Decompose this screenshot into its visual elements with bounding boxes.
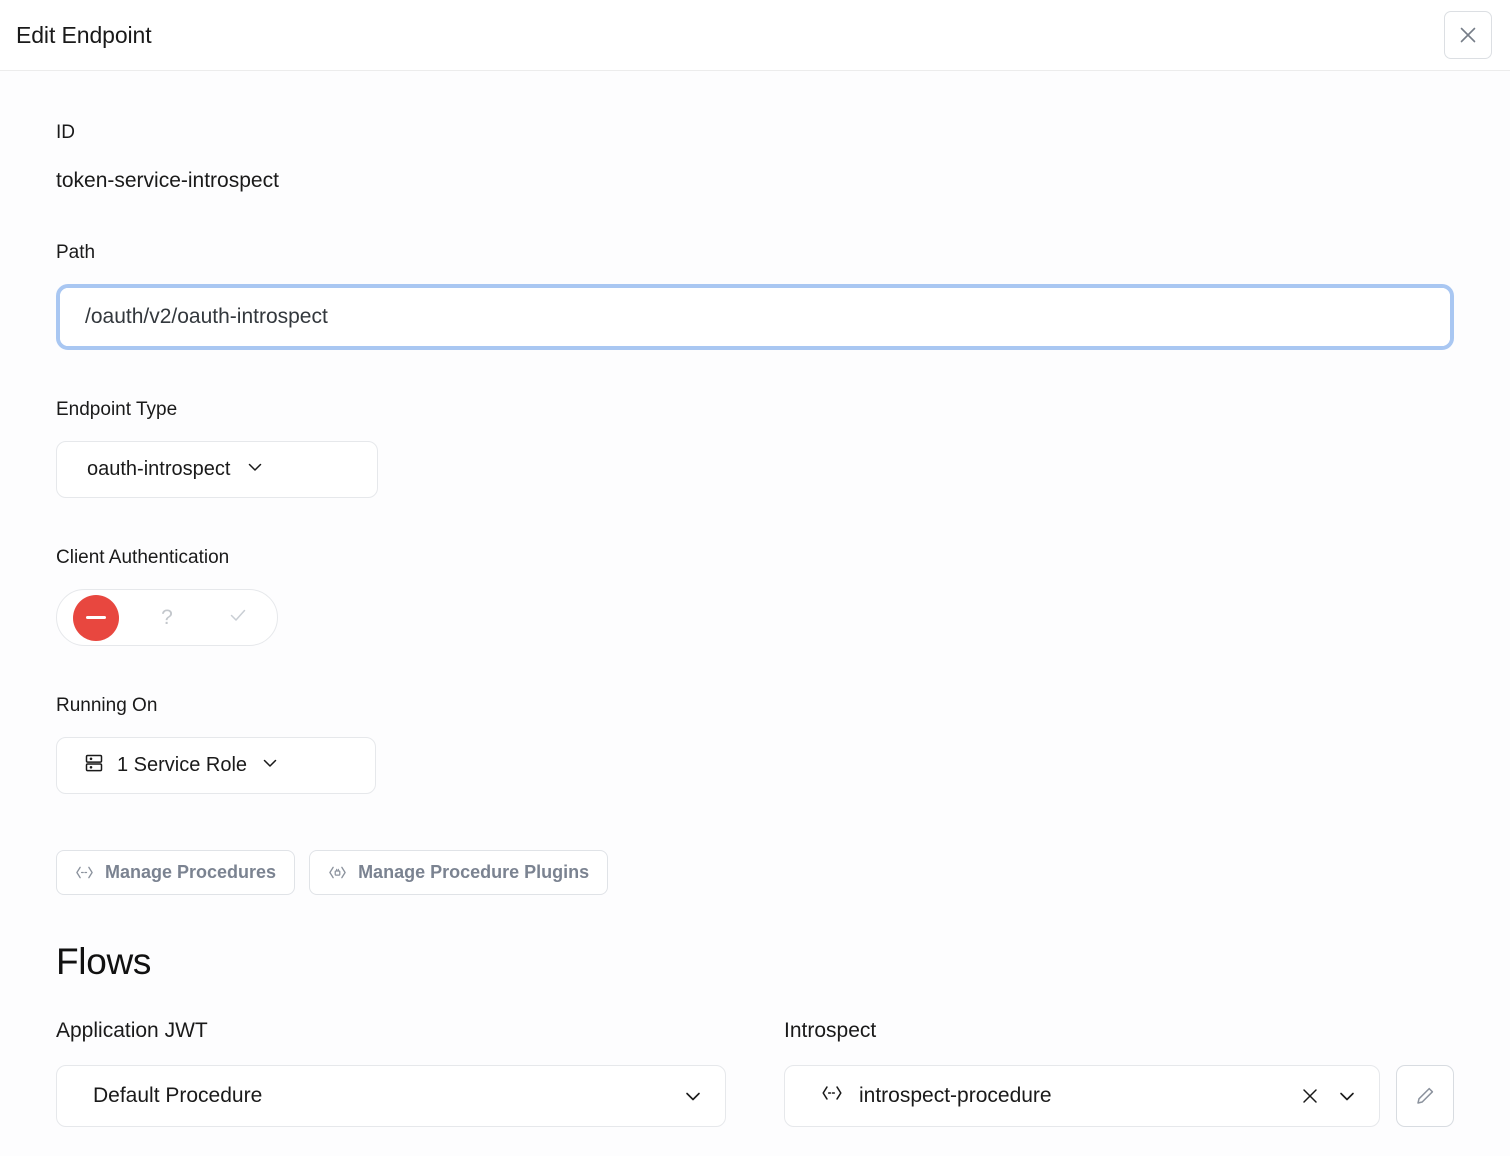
flow-label-application-jwt: Application JWT xyxy=(56,1020,726,1041)
flow-control-application-jwt: Default Procedure xyxy=(56,1065,726,1127)
question-mark-icon: ? xyxy=(161,607,173,628)
code-arrows-icon xyxy=(75,863,94,882)
chevron-down-icon xyxy=(244,456,266,484)
introspect-value: introspect-procedure xyxy=(859,1084,1283,1108)
introspect-select-trailing xyxy=(1299,1084,1359,1108)
client-authentication-toggle[interactable]: ? xyxy=(56,589,278,646)
manage-procedures-button[interactable]: Manage Procedures xyxy=(56,850,295,895)
toggle-option-off[interactable] xyxy=(61,590,132,645)
manage-procedures-label: Manage Procedures xyxy=(105,862,276,883)
path-label: Path xyxy=(56,243,1454,262)
client-authentication-label: Client Authentication xyxy=(56,548,1454,567)
path-input[interactable] xyxy=(85,305,1415,329)
flows-section-title: Flows xyxy=(56,943,1454,980)
toggle-option-on[interactable] xyxy=(202,590,273,645)
field-id: ID token-service-introspect xyxy=(56,71,1454,191)
close-icon xyxy=(1457,24,1479,46)
field-path: Path xyxy=(56,243,1454,350)
running-on-label: Running On xyxy=(56,696,1454,715)
path-input-focus-ring xyxy=(56,284,1454,350)
modal-header: Edit Endpoint xyxy=(0,0,1510,71)
endpoint-type-select[interactable]: oauth-introspect xyxy=(56,441,378,498)
flow-column-application-jwt: Application JWT Default Procedure xyxy=(56,1020,726,1127)
manage-procedure-plugins-button[interactable]: Manage Procedure Plugins xyxy=(309,850,608,895)
application-jwt-value: Default Procedure xyxy=(93,1084,665,1108)
field-client-authentication: Client Authentication ? xyxy=(56,548,1454,646)
manage-buttons-row: Manage Procedures Manage Procedure Plugi… xyxy=(56,850,1454,895)
flow-column-introspect: Introspect introspect-procedure xyxy=(784,1020,1454,1127)
id-label: ID xyxy=(56,123,1454,142)
path-input-container[interactable] xyxy=(60,288,1450,346)
toggle-option-unknown[interactable]: ? xyxy=(132,590,203,645)
flow-control-introspect: introspect-procedure xyxy=(784,1065,1454,1127)
code-arrows-icon xyxy=(821,1082,843,1110)
id-value: token-service-introspect xyxy=(56,170,1454,191)
introspect-edit-button[interactable] xyxy=(1396,1065,1454,1127)
close-icon[interactable] xyxy=(1299,1085,1321,1107)
chevron-down-icon[interactable] xyxy=(681,1084,705,1108)
chevron-down-icon xyxy=(259,752,281,780)
introspect-select[interactable]: introspect-procedure xyxy=(784,1065,1380,1127)
modal-body: ID token-service-introspect Path Endpoin… xyxy=(0,71,1510,1156)
page-title: Edit Endpoint xyxy=(16,22,152,49)
field-endpoint-type: Endpoint Type oauth-introspect xyxy=(56,400,1454,498)
running-on-value: 1 Service Role xyxy=(117,754,247,777)
pencil-icon xyxy=(1413,1084,1437,1108)
endpoint-type-value: oauth-introspect xyxy=(87,458,230,481)
application-jwt-select-trailing xyxy=(681,1084,705,1108)
endpoint-type-label: Endpoint Type xyxy=(56,400,1454,419)
flow-label-introspect: Introspect xyxy=(784,1020,1454,1041)
code-plugin-icon xyxy=(328,863,347,882)
chevron-down-icon[interactable] xyxy=(1335,1084,1359,1108)
toggle-knob xyxy=(73,595,119,641)
application-jwt-select[interactable]: Default Procedure xyxy=(56,1065,726,1127)
minus-icon xyxy=(86,616,106,619)
close-button[interactable] xyxy=(1444,11,1492,59)
check-icon xyxy=(227,604,249,631)
server-rack-icon xyxy=(83,752,105,780)
running-on-select[interactable]: 1 Service Role xyxy=(56,737,376,794)
flows-grid: Application JWT Default Procedure Intros… xyxy=(56,1020,1454,1127)
manage-procedure-plugins-label: Manage Procedure Plugins xyxy=(358,862,589,883)
field-running-on: Running On 1 Service Role xyxy=(56,696,1454,794)
